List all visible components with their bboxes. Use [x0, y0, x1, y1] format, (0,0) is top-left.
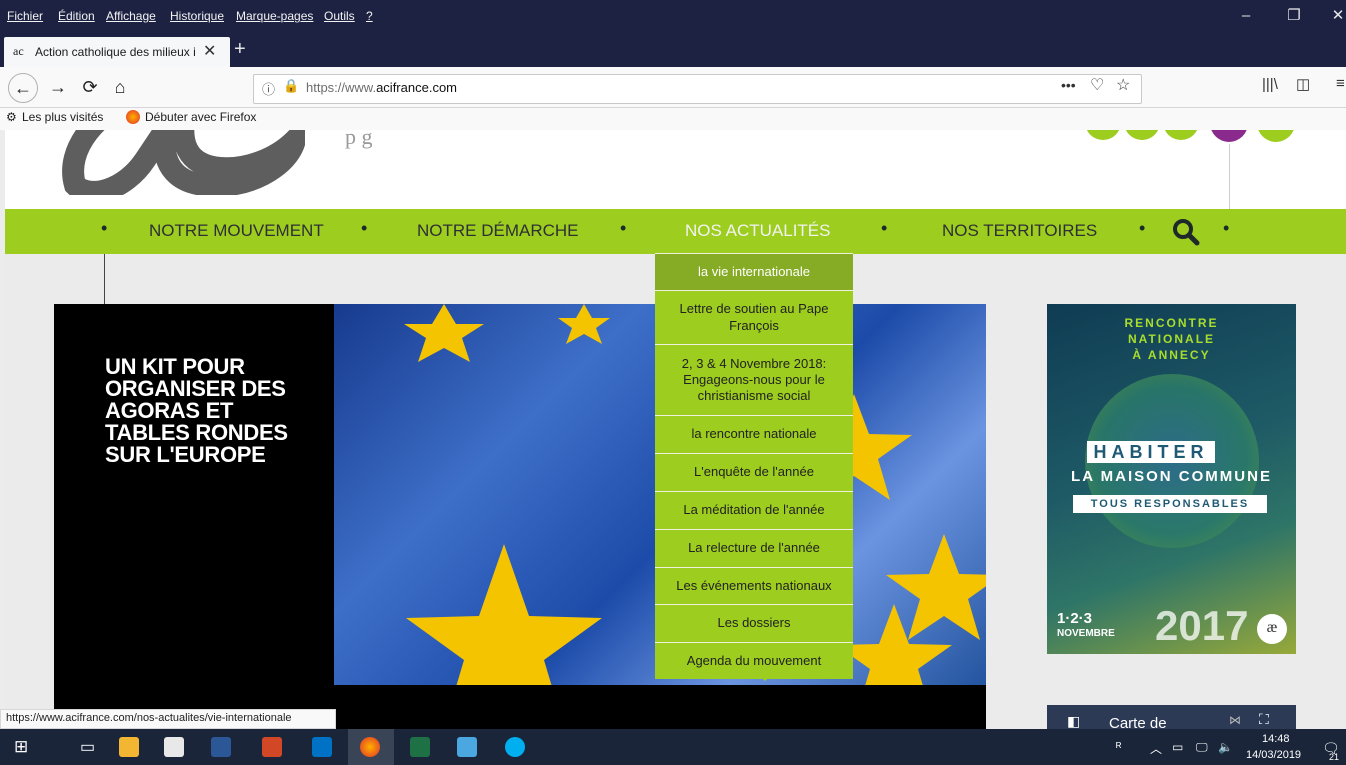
clock-time[interactable]: 14:48: [1262, 733, 1290, 745]
nav-bullet: •: [1139, 218, 1146, 238]
menu-fichier[interactable]: Fichier: [7, 9, 43, 23]
site-logo[interactable]: [55, 130, 305, 195]
skype-icon[interactable]: [505, 737, 525, 757]
web-page: p g • NOTRE MOUVEMENT • NOTRE DÉMARCHE •…: [5, 130, 1346, 729]
firefox-icon: [126, 110, 140, 124]
poster-month: NOVEMBRE: [1057, 628, 1115, 639]
menu-edition[interactable]: Édition: [58, 9, 95, 23]
dropdown-item-novembre-2018[interactable]: 2, 3 & 4 Novembre 2018: Engageons-nous p…: [655, 344, 853, 415]
url-text[interactable]: https://www.acifrance.com: [306, 80, 457, 95]
notification-count: 21: [1329, 752, 1340, 762]
poster-maison: LA MAISON COMMUNE: [1071, 468, 1272, 485]
divider: [104, 254, 105, 304]
poster-habiter: HABITER: [1087, 441, 1215, 463]
dropdown-item-dossiers[interactable]: Les dossiers: [655, 604, 853, 642]
lock-icon: 🔒: [283, 78, 300, 93]
menu-aide[interactable]: ?: [366, 9, 373, 23]
dropdown-item-vie-internationale[interactable]: la vie internationale: [655, 253, 853, 290]
poster-line2: NATIONALE: [1127, 332, 1216, 346]
volume-icon[interactable]: 🔈: [1218, 740, 1233, 754]
poster-days: 1·2·3: [1057, 610, 1093, 627]
people-icon[interactable]: ᴿ: [1116, 740, 1121, 754]
page-actions-icon[interactable]: •••: [1061, 77, 1076, 93]
dropdown-item-agenda[interactable]: Agenda du mouvement: [655, 642, 853, 679]
nav-bullet: •: [620, 218, 627, 238]
firefox-icon[interactable]: [360, 737, 380, 757]
nav-nos-territoires[interactable]: NOS TERRITOIRES: [942, 221, 1097, 241]
dropdown-item-meditation[interactable]: La méditation de l'année: [655, 491, 853, 529]
poster-tous: TOUS RESPONSABLES: [1073, 495, 1267, 513]
new-tab-icon[interactable]: +: [234, 38, 246, 61]
info-icon[interactable]: ⓘ: [262, 79, 275, 98]
close-tab-icon[interactable]: ✕: [203, 41, 216, 61]
file-explorer-icon[interactable]: [119, 737, 139, 757]
outlook-icon[interactable]: [312, 737, 332, 757]
poster-logo-icon: æ: [1257, 614, 1287, 644]
bookmark-most-visited[interactable]: Les plus visités: [22, 110, 103, 124]
dropdown-item-rencontre-nationale[interactable]: la rencontre nationale: [655, 415, 853, 453]
contacts-icon[interactable]: [457, 737, 477, 757]
menu-outils[interactable]: Outils: [324, 9, 355, 23]
nav-bullet: •: [361, 218, 368, 238]
store-icon[interactable]: [164, 737, 184, 757]
menu-marque-pages[interactable]: Marque-pages: [236, 9, 313, 23]
nav-bullet: •: [881, 218, 888, 238]
powerpoint-icon[interactable]: [262, 737, 282, 757]
divider: [1229, 144, 1230, 209]
sidebar-icon[interactable]: ◫: [1296, 75, 1310, 93]
dropdown-caret: [759, 675, 771, 681]
excel-icon[interactable]: [410, 737, 430, 757]
tray-chevron-icon[interactable]: ︿: [1150, 740, 1162, 757]
battery-icon[interactable]: ▭: [1172, 740, 1183, 754]
menu-icon[interactable]: ≡: [1336, 75, 1345, 92]
bookmark-star-icon[interactable]: ☆: [1116, 75, 1130, 95]
dropdown-item-enquete[interactable]: L'enquête de l'année: [655, 453, 853, 491]
pocket-icon[interactable]: ♡: [1090, 75, 1104, 95]
fullscreen-icon[interactable]: ⛶: [1259, 711, 1269, 728]
menu-historique[interactable]: Historique: [170, 9, 224, 23]
task-view-icon[interactable]: ▭: [80, 737, 95, 757]
nav-bullet: •: [101, 218, 108, 238]
share-icon[interactable]: ⋈: [1229, 713, 1241, 727]
search-icon[interactable]: [1172, 218, 1200, 246]
clock-date[interactable]: 14/03/2019: [1246, 749, 1301, 761]
nav-notre-mouvement[interactable]: NOTRE MOUVEMENT: [149, 221, 324, 241]
windows-start-icon[interactable]: ⊞: [14, 737, 28, 757]
poster-line1: RENCONTRE: [1124, 316, 1219, 330]
menu-bar: Fichier Édition Affichage Historique Mar…: [0, 0, 1346, 30]
home-button[interactable]: ⌂: [106, 73, 134, 101]
nav-bullet: •: [1223, 218, 1230, 238]
dropdown-item-lettre-pape[interactable]: Lettre de soutien au Pape François: [655, 290, 853, 344]
forward-button[interactable]: →: [44, 73, 72, 101]
dropdown-item-evenements[interactable]: Les événements nationaux: [655, 567, 853, 604]
reload-button[interactable]: ⟳: [76, 73, 104, 101]
windows-taskbar: [0, 729, 1346, 765]
carte-label: Carte de: [1109, 715, 1167, 729]
hero-title[interactable]: UN KIT POUR ORGANISER DES AGORAS ET TABL…: [105, 356, 305, 466]
poster-year: 2017: [1155, 602, 1249, 649]
poster-rencontre-nationale[interactable]: RENCONTRE NATIONALE À ANNECY HABITER LA …: [1047, 304, 1296, 654]
bookmark-getting-started[interactable]: Débuter avec Firefox: [145, 110, 256, 124]
status-url: https://www.acifrance.com/nos-actualites…: [6, 712, 292, 724]
restore-button[interactable]: ❐: [1274, 4, 1314, 28]
dropdown-item-relecture[interactable]: La relecture de l'année: [655, 529, 853, 567]
nav-notre-demarche[interactable]: NOTRE DÉMARCHE: [417, 221, 579, 241]
nav-nos-actualites[interactable]: NOS ACTUALITÉS: [685, 221, 830, 241]
site-tagline-fragment: p g: [345, 130, 373, 149]
carte-card[interactable]: ◧ Carte de ⋈ ⛶: [1047, 705, 1296, 729]
favicon-icon: ac: [13, 44, 24, 58]
map-icon: ◧: [1067, 713, 1081, 729]
network-icon[interactable]: 🖵: [1196, 740, 1208, 755]
poster-line3: À ANNECY: [1132, 348, 1211, 362]
back-button[interactable]: ←: [8, 73, 38, 103]
library-icon[interactable]: |||\: [1262, 76, 1278, 93]
tab-title: Action catholique des milieux i: [35, 45, 196, 59]
close-window-button[interactable]: ✕: [1318, 4, 1346, 28]
word-icon[interactable]: [211, 737, 231, 757]
gear-icon: ⚙: [6, 110, 17, 124]
menu-affichage[interactable]: Affichage: [106, 9, 156, 23]
minimize-button[interactable]: –: [1226, 4, 1266, 28]
